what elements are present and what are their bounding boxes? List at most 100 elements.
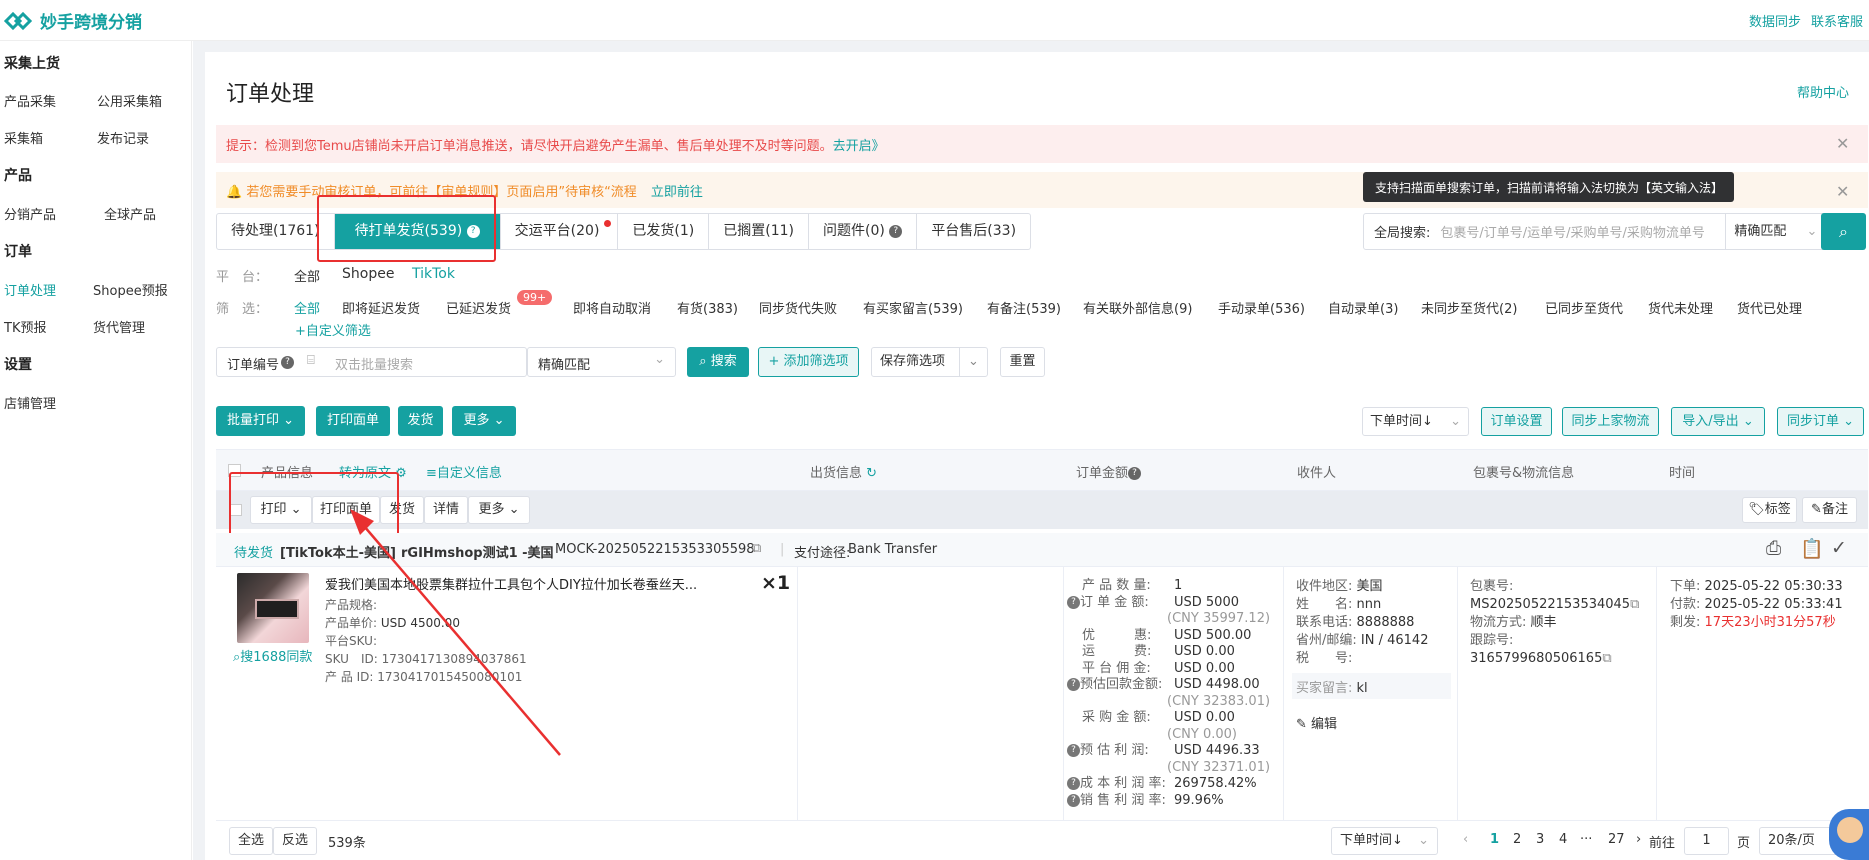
support-avatar[interactable] <box>1829 809 1869 860</box>
custom-filter-link[interactable]: +自定义筛选 <box>295 320 371 339</box>
row-more-dropdown[interactable]: 更多 ⌄ <box>468 496 530 524</box>
page-1[interactable]: 1 <box>1490 832 1499 847</box>
sidebar-item-forwarder-management[interactable]: 货代管理 <box>93 317 145 336</box>
filter-auto-entry[interactable]: 自动录单(3) <box>1328 298 1398 317</box>
tab-problem[interactable]: 问题件(0) ? <box>809 214 918 249</box>
invert-selection-button[interactable]: 反选 <box>273 827 317 855</box>
import-export-button[interactable]: 导入/导出 ⌄ <box>1671 407 1765 436</box>
sync-upstream-logistics-button[interactable]: 同步上家物流 <box>1562 407 1659 436</box>
filter-external-info[interactable]: 有关联外部信息(9) <box>1083 298 1192 317</box>
ship-button[interactable]: 发货 <box>398 406 443 436</box>
sidebar-item-global-products[interactable]: 全球产品 <box>104 204 156 223</box>
next-page-icon[interactable]: › <box>1636 832 1641 847</box>
save-filter-button[interactable]: 保存筛选项 ⌄ <box>871 347 988 377</box>
sidebar-item-shopee-forecast[interactable]: Shopee预报 <box>93 280 168 299</box>
contact-support-link[interactable]: 联系客服 <box>1811 11 1863 30</box>
filter-soon-cancel[interactable]: 即将自动取消 <box>573 298 651 317</box>
close-icon[interactable]: ✕ <box>1836 134 1849 153</box>
chevron-down-icon[interactable]: ⌄ <box>959 348 987 376</box>
product-image[interactable] <box>237 573 309 643</box>
sidebar-item-distribution-products[interactable]: 分销产品 <box>4 204 56 223</box>
platform-tiktok[interactable]: TikTok <box>412 266 455 282</box>
product-title[interactable]: 爱我们美国本地股票集群拉什工具包个人DIY拉什加长卷蚕丝天... <box>325 574 735 593</box>
question-icon[interactable]: ? <box>1067 678 1080 691</box>
prev-page-icon[interactable]: ‹ <box>1463 832 1468 847</box>
footer-sort-select[interactable]: 下单时间↓ ⌄ <box>1331 827 1438 855</box>
page-4[interactable]: 4 <box>1559 832 1567 847</box>
custom-info-link[interactable]: ≡自定义信息 <box>426 462 502 481</box>
filter-soon-delayed[interactable]: 即将延迟发货 <box>342 298 420 317</box>
question-icon[interactable]: ? <box>1067 793 1080 807</box>
platform-all[interactable]: 全部 <box>294 266 320 285</box>
question-icon[interactable]: ? <box>889 224 903 238</box>
data-sync-link[interactable]: 数据同步 <box>1749 11 1801 30</box>
page-3[interactable]: 3 <box>1536 832 1544 847</box>
reset-button[interactable]: 重置 <box>1000 347 1045 377</box>
order-settings-button[interactable]: 订单设置 <box>1481 407 1552 436</box>
tab-on-hold[interactable]: 已搁置(11) <box>709 214 810 249</box>
sidebar-item-store-management[interactable]: 店铺管理 <box>4 393 56 412</box>
close-icon[interactable]: ✕ <box>1836 182 1849 201</box>
batch-print-button[interactable]: 批量打印 ⌄ <box>216 406 305 436</box>
page-27[interactable]: 27 <box>1608 832 1625 847</box>
question-icon[interactable]: ? <box>281 356 294 369</box>
print-label-button[interactable]: 打印面单 <box>316 406 390 436</box>
sidebar-item-public-collect-box[interactable]: 公用采集箱 <box>97 91 162 110</box>
app-logo[interactable]: 妙手跨境分销 <box>4 8 142 33</box>
note-button[interactable]: ✎备注 <box>1802 497 1857 523</box>
filter-sync-forwarder-failed[interactable]: 同步货代失败 <box>759 298 837 317</box>
global-search-input[interactable]: 包裹号/订单号/运单号/采购单号/采购物流单号 <box>1440 222 1725 241</box>
platform-shopee[interactable]: Shopee <box>342 266 394 282</box>
add-filter-button[interactable]: + 添加筛选项 <box>758 347 859 377</box>
sync-orders-button[interactable]: 同步订单 ⌄ <box>1777 407 1864 436</box>
page-2[interactable]: 2 <box>1513 832 1521 847</box>
filter-buyer-message[interactable]: 有买家留言(539) <box>863 298 963 317</box>
question-icon[interactable]: ? <box>1067 744 1080 757</box>
filter-synced-forwarder[interactable]: 已同步至货代 <box>1545 298 1623 317</box>
edit-link[interactable]: ✎ 编辑 <box>1296 713 1337 732</box>
search-button[interactable]: ⌕ 搜索 <box>687 347 749 377</box>
filter-in-stock[interactable]: 有货(383) <box>677 298 738 317</box>
clipboard-icon[interactable]: 📋 <box>1800 537 1824 560</box>
more-button[interactable]: 更多 ⌄ <box>452 406 516 436</box>
filter-has-note[interactable]: 有备注(539) <box>987 298 1061 317</box>
match-mode-select[interactable]: 精确匹配 ⌄ <box>1725 214 1825 249</box>
copy-icon[interactable]: ⧉ <box>752 541 761 556</box>
sort-select[interactable]: 下单时间↓ ⌄ <box>1362 407 1469 436</box>
refresh-icon[interactable]: ↻ <box>866 466 877 481</box>
global-search-button[interactable]: ⌕ <box>1821 213 1866 250</box>
sidebar-item-product-collect[interactable]: 产品采集 <box>4 91 56 110</box>
filter-all[interactable]: 全部 <box>294 298 320 317</box>
question-icon[interactable]: ? <box>1128 467 1142 480</box>
check-circle-icon[interactable]: ✓ <box>1831 537 1847 559</box>
sidebar-item-tk-forecast[interactable]: TK预报 <box>4 317 46 336</box>
search-1688-link[interactable]: ⌕搜1688同款 <box>233 646 312 665</box>
select-all-button[interactable]: 全选 <box>229 827 273 855</box>
tab-shipped[interactable]: 已发货(1) <box>618 214 710 249</box>
question-icon[interactable]: ? <box>1067 777 1080 790</box>
match-select[interactable]: 精确匹配 ⌄ <box>527 347 676 377</box>
copy-icon[interactable]: ⧉ <box>1630 597 1639 612</box>
printer-icon[interactable]: ⎙ <box>1766 537 1781 559</box>
sidebar-item-publish-records[interactable]: 发布记录 <box>97 128 149 147</box>
copy-icon[interactable]: ⧉ <box>1602 651 1611 666</box>
sidebar-item-collect-box[interactable]: 采集箱 <box>4 128 43 147</box>
tag-button[interactable]: 🏷标签 <box>1742 497 1797 523</box>
go-now-link[interactable]: 立即前往 <box>651 185 703 200</box>
temu-enable-link[interactable]: 去开启》 <box>833 139 885 154</box>
filter-forwarder-unprocessed[interactable]: 货代未处理 <box>1648 298 1713 317</box>
tab-after-sales[interactable]: 平台售后(33) <box>917 214 1030 249</box>
question-icon[interactable]: ? <box>1067 595 1080 609</box>
filter-manual-entry[interactable]: 手动录单(536) <box>1218 298 1305 317</box>
filter-not-synced-forwarder[interactable]: 未同步至货代(2) <box>1421 298 1517 317</box>
goto-page-input[interactable]: 1 <box>1684 827 1729 855</box>
page-size-select[interactable]: 20条/页 <box>1759 827 1839 855</box>
page-ellipsis[interactable]: ··· <box>1580 832 1592 847</box>
row-detail-button[interactable]: 详情 <box>424 496 468 524</box>
sidebar-item-order-processing[interactable]: 订单处理 <box>4 280 56 299</box>
filter-forwarder-processed[interactable]: 货代已处理 <box>1737 298 1802 317</box>
tab-handover-platform[interactable]: 交运平台(20) <box>501 214 619 249</box>
filter-delayed[interactable]: 已延迟发货 <box>446 298 511 317</box>
help-center-link[interactable]: 帮助中心 <box>1797 82 1849 101</box>
order-number-input[interactable]: 双击批量搜索 <box>335 354 413 373</box>
